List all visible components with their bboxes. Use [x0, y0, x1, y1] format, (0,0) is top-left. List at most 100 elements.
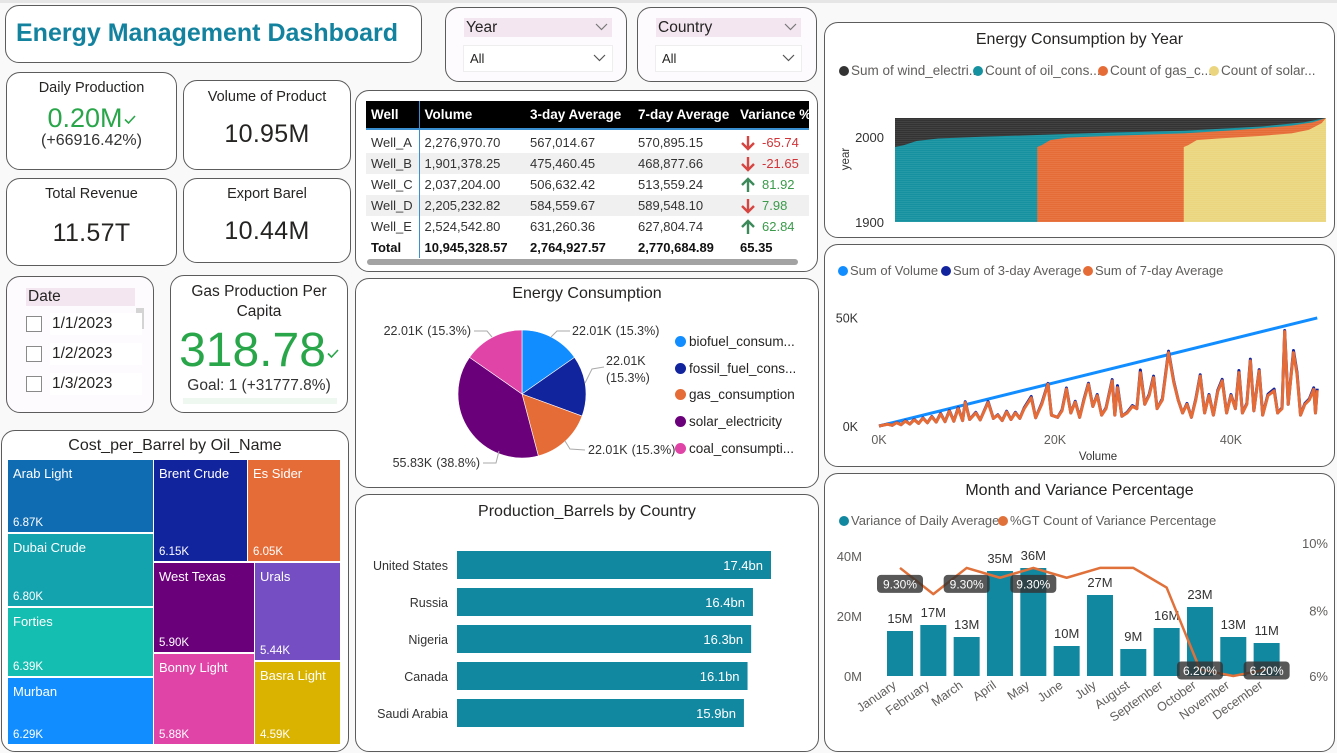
month-bar[interactable] [1086, 595, 1113, 676]
cell-variance: 81.92 [735, 174, 809, 195]
card-title: Volume of Product [207, 89, 327, 105]
bar-data-label: 10M [1054, 626, 1079, 641]
chevron-down-icon[interactable] [595, 23, 608, 31]
treemap-tile[interactable]: Arab Light 6.87K [8, 460, 153, 532]
date-option[interactable]: 1/3/2023 [26, 373, 146, 395]
stacked-area-chart: 2000 1900 year [840, 118, 1326, 230]
line-data-label: 9.30% [943, 574, 990, 593]
chevron-down-icon[interactable] [782, 54, 795, 62]
checkbox[interactable] [26, 346, 42, 362]
checkbox[interactable] [26, 316, 42, 332]
tile-value: 5.90K [159, 637, 190, 649]
date-slicer-header: Date [26, 288, 135, 306]
pie-label-value: 22.01K [588, 443, 628, 457]
year-slicer-header[interactable]: Year [464, 18, 612, 37]
x-tick-label: May [1005, 678, 1033, 703]
line-data-label: 6.20% [1176, 661, 1223, 680]
month-variance-card: Month and Variance Percentage Variance o… [824, 473, 1335, 752]
card-value: 0.20M [47, 103, 123, 133]
month-bar[interactable] [1153, 628, 1180, 676]
y-axis-title: year [840, 148, 852, 171]
bar-data-label: 16.1bn [700, 669, 740, 684]
table-horizontal-scrollbar[interactable] [367, 259, 798, 265]
legend-dot-icon [675, 389, 686, 401]
legend-item[interactable]: solar_electricity [675, 414, 782, 429]
arrow-up-icon [741, 176, 755, 192]
variance-value: -21.65 [762, 156, 799, 171]
treemap-tile[interactable]: Es Sider 6.05K [248, 460, 340, 561]
chart-title: Cost_per_Barrel by Oil_Name [68, 437, 282, 454]
legend-label: fossil_fuel_cons... [689, 360, 797, 376]
column-header-variance[interactable]: Variance % [735, 101, 809, 130]
legend-label: biofuel_consum... [689, 334, 795, 349]
label-text: 6.20% [1183, 664, 1217, 678]
table-row[interactable]: Well_D 2,205,232.82 584,559.67 589,548.10 7.… [366, 195, 809, 216]
treemap-tile[interactable]: Bonny Light 5.88K [154, 654, 254, 744]
month-bar[interactable] [1220, 637, 1247, 676]
page-title: Energy Management Dashboard [16, 19, 399, 47]
chevron-down-icon[interactable] [784, 23, 797, 31]
series-line-7day-average[interactable] [878, 330, 1319, 428]
tile-name: Brent Crude [159, 466, 230, 481]
country-slicer-header[interactable]: Country [656, 18, 801, 37]
table-row[interactable]: Well_E 2,524,542.80 631,260.36 627,804.74 62… [366, 216, 809, 237]
cell-3day-average: 631,260.36 [530, 219, 596, 234]
wells-table-card: Well Volume 3-day Average 7-day Average … [355, 90, 818, 272]
pie-label-value: 22.01K [384, 324, 424, 338]
bar-data-label: 36M [1021, 548, 1046, 563]
pie-leader-line [564, 440, 586, 451]
cell-7day-average: 627,804.74 [638, 219, 704, 234]
legend-item[interactable]: fossil_fuel_cons... [675, 361, 796, 376]
chevron-down-icon[interactable] [593, 54, 606, 62]
treemap-tile[interactable]: Forties 6.39K [8, 608, 153, 676]
wells-table: Well Volume 3-day Average 7-day Average … [366, 101, 809, 258]
month-bar[interactable] [1053, 646, 1080, 676]
legend-item[interactable]: gas_consumption [675, 387, 795, 402]
tile-name: Urals [260, 569, 291, 584]
pie-label-pct: (15.3%) [606, 371, 650, 385]
country-dropdown[interactable]: All [655, 45, 802, 72]
tile-value: 6.87K [13, 517, 44, 529]
date-option[interactable]: 1/2/2023 [26, 343, 146, 365]
bar-data-label: 15M [887, 611, 912, 626]
card-value: 11.57T [52, 219, 131, 247]
card-value-row: 0.20M [7, 102, 176, 134]
table-row[interactable]: Well_C 2,037,204.00 506,632.42 513,559.24 81… [366, 174, 809, 195]
treemap-tile[interactable]: Urals 5.44K [255, 563, 340, 660]
table-row[interactable]: Well_A 2,276,970.70 567,014.67 570,895.15 -6… [366, 132, 809, 153]
bar-data-label: 23M [1187, 587, 1212, 602]
treemap-tile[interactable]: Brent Crude 6.15K [154, 460, 247, 561]
variance-value: 81.92 [762, 177, 795, 192]
treemap-tile[interactable]: Dubai Crude 6.80K [8, 534, 153, 606]
treemap-tile[interactable]: Basra Light 4.59K [255, 662, 340, 744]
treemap-tile[interactable]: West Texas 5.90K [154, 563, 254, 652]
table-row[interactable]: Well_B 1,901,378.25 475,460.45 468,877.66 -2… [366, 153, 809, 174]
label-text: 9.30% [950, 577, 984, 591]
legend-item[interactable]: coal_consumpti... [675, 441, 794, 456]
column-header-7day-average[interactable]: 7-day Average [633, 101, 735, 130]
cell-7day-average: 468,877.66 [633, 153, 735, 174]
month-bar[interactable] [986, 571, 1013, 676]
country-slicer-label: Country [658, 19, 713, 36]
column-header-3day-average[interactable]: 3-day Average [525, 101, 633, 130]
column-header-volume[interactable]: Volume [419, 101, 525, 130]
category-label: United States [373, 559, 448, 573]
month-bar[interactable] [1120, 649, 1147, 676]
year-slicer: Year All [445, 7, 627, 82]
column-header-well[interactable]: Well [366, 101, 420, 130]
month-bar[interactable] [953, 637, 980, 676]
total-cell-avg7: 2,770,684.89 [638, 240, 714, 255]
legend-item[interactable]: biofuel_consum... [675, 334, 795, 349]
legend-dot-icon [675, 442, 686, 454]
date-option[interactable]: 1/1/2023 [26, 313, 146, 335]
treemap-tile[interactable]: Murban 6.29K [8, 678, 153, 744]
year-dropdown[interactable]: All [463, 45, 613, 72]
legend-dot-icon [675, 362, 686, 374]
bar-data-label: 17M [921, 605, 946, 620]
cell-volume: 2,205,232.82 [419, 195, 525, 216]
month-bar[interactable] [920, 625, 947, 676]
card-title-line-1: Gas Production Per [191, 283, 327, 300]
checkbox[interactable] [26, 376, 42, 392]
month-bar[interactable] [887, 631, 913, 676]
cell-volume: 1,901,378.25 [419, 153, 525, 174]
